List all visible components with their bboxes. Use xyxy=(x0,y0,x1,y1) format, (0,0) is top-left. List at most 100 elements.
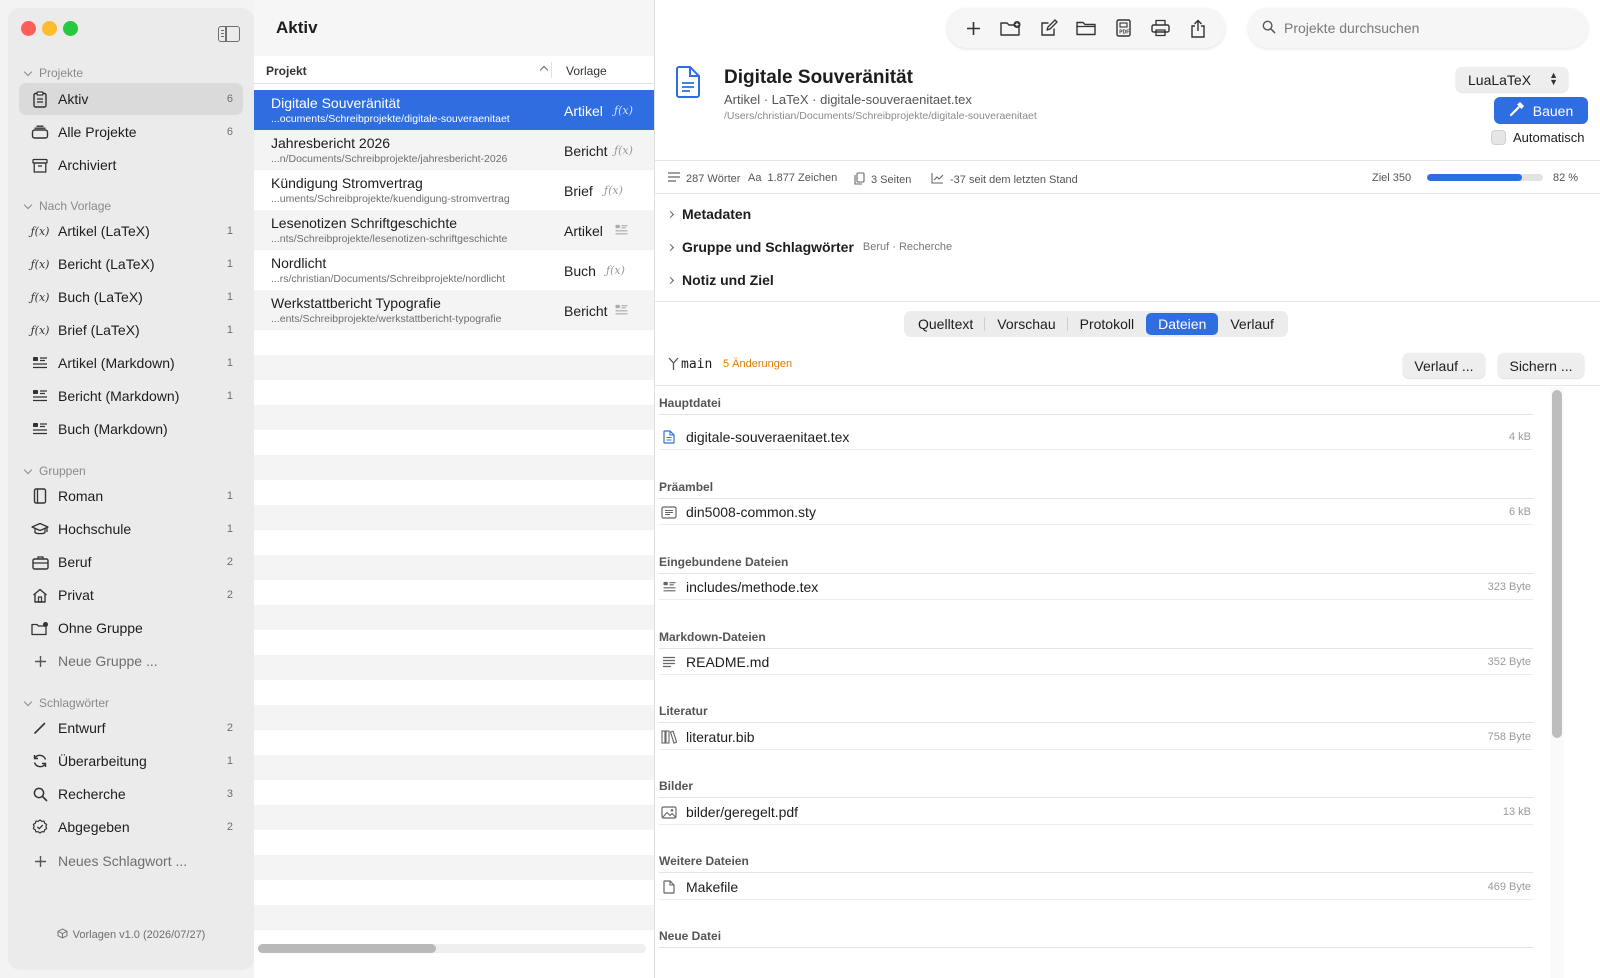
document-icon xyxy=(675,66,701,101)
close-window-button[interactable] xyxy=(21,21,36,36)
sidebar-item-artikel-latex[interactable]: ƒ(x) Artikel (LaTeX) 1 xyxy=(19,215,243,247)
search-input[interactable] xyxy=(1284,20,1564,36)
new-tag-label: Neues Schlagwort ... xyxy=(58,853,188,869)
new-group-button[interactable]: Neue Gruppe ... xyxy=(19,645,243,677)
plus-icon xyxy=(31,652,49,670)
auto-build-checkbox[interactable]: Automatisch xyxy=(1491,130,1585,145)
sidebar-item-artikel-markdown[interactable]: Artikel (Markdown) 1 xyxy=(19,347,243,379)
table-row[interactable]: Lesenotizen Schriftgeschichte ...nts/Sch… xyxy=(254,210,655,250)
project-path[interactable]: /Users/christian/Documents/Schreibprojek… xyxy=(724,110,1037,122)
share-icon[interactable] xyxy=(1185,15,1211,41)
file-row[interactable]: din5008-common.sty 6 kB xyxy=(659,500,1533,525)
new-tag-button[interactable]: Neues Schlagwort ... xyxy=(19,845,243,877)
section-vorlage[interactable]: Nach Vorlage xyxy=(22,196,111,216)
folder-badge-icon xyxy=(31,619,49,637)
sidebar-item-privat[interactable]: Privat 2 xyxy=(19,579,243,611)
group-tags-summary: Beruf · Recherche xyxy=(862,241,953,253)
sidebar-item-brief-latex[interactable]: ƒ(x) Brief (LaTeX) 1 xyxy=(19,314,243,346)
sidebar-item-count: 3 xyxy=(226,788,233,800)
sidebar-item-abgegeben[interactable]: Abgegeben 2 xyxy=(19,811,243,843)
disclosure-metadaten[interactable]: Metadaten xyxy=(666,206,751,222)
sidebar-item-archiviert[interactable]: Archiviert xyxy=(19,149,243,181)
sort-ascending-icon[interactable] xyxy=(539,65,549,75)
sidebar-item-hochschule[interactable]: Hochschule 1 xyxy=(19,513,243,545)
section-projekte[interactable]: Projekte xyxy=(22,63,83,83)
file-size: 469 Byte xyxy=(1487,881,1531,893)
zoom-window-button[interactable] xyxy=(63,21,78,36)
new-folder-icon[interactable] xyxy=(998,15,1024,41)
sidebar-item-entwurf[interactable]: Entwurf 2 xyxy=(19,712,243,744)
sidebar-item-bericht-markdown[interactable]: Bericht (Markdown) 1 xyxy=(19,380,243,412)
file-row[interactable]: README.md 352 Byte xyxy=(659,650,1533,675)
compose-icon[interactable] xyxy=(1036,15,1062,41)
file-row[interactable]: digitale-souveraenitaet.tex 4 kB xyxy=(659,425,1533,450)
sidebar-item-recherche[interactable]: Recherche 3 xyxy=(19,778,243,810)
project-name: Lesenotizen Schriftgeschichte xyxy=(271,215,457,231)
divider xyxy=(659,498,1533,499)
file-name: digitale-souveraenitaet.tex xyxy=(686,429,850,445)
table-row[interactable]: Kündigung Stromvertrag ...uments/Schreib… xyxy=(254,170,655,210)
table-row[interactable]: Digitale Souveränität ...ocuments/Schrei… xyxy=(254,90,655,130)
search-field[interactable] xyxy=(1248,8,1588,48)
project-name: Kündigung Stromvertrag xyxy=(271,175,423,191)
sidebar-item-count: 2 xyxy=(226,821,233,833)
tab-quelltext[interactable]: Quelltext xyxy=(906,313,986,335)
tab-vorschau[interactable]: Vorschau xyxy=(985,313,1069,335)
sidebar-item-alle-projekte[interactable]: Alle Projekte 6 xyxy=(19,116,243,148)
column-separator[interactable] xyxy=(551,62,552,78)
tab-protokoll[interactable]: Protokoll xyxy=(1068,313,1146,335)
column-template[interactable]: Vorlage xyxy=(566,64,607,78)
toolbar: PDF xyxy=(947,8,1225,48)
checkbox[interactable] xyxy=(1491,130,1506,145)
save-button[interactable]: Sichern ... xyxy=(1498,353,1584,378)
engine-select[interactable]: LuaLaTeX ▲ ▼ xyxy=(1456,67,1568,92)
file-row[interactable]: includes/methode.tex 323 Byte xyxy=(659,575,1533,600)
tab-verlauf[interactable]: Verlauf xyxy=(1218,313,1286,335)
project-template: Artikel xyxy=(564,103,603,119)
scrollbar-thumb[interactable] xyxy=(258,944,436,953)
project-name: Nordlicht xyxy=(271,255,327,271)
horizontal-scrollbar[interactable] xyxy=(258,944,646,953)
file-row[interactable]: literatur.bib 758 Byte xyxy=(659,725,1533,750)
table-row[interactable]: Jahresbericht 2026 ...n/Documents/Schrei… xyxy=(254,130,655,170)
disclosure-gruppe[interactable]: Gruppe und Schlagwörter Beruf · Recherche xyxy=(666,239,953,255)
folder-icon[interactable] xyxy=(1073,15,1099,41)
sidebar-item-label: Recherche xyxy=(58,786,126,802)
section-gruppen[interactable]: Gruppen xyxy=(22,461,86,481)
sidebar-item-roman[interactable]: Roman 1 xyxy=(19,480,243,512)
sidebar-item-label: Artikel (LaTeX) xyxy=(58,223,150,239)
tab-dateien[interactable]: Dateien xyxy=(1146,313,1219,335)
project-name: Jahresbericht 2026 xyxy=(271,135,391,151)
sidebar-item-beruf[interactable]: Beruf 2 xyxy=(19,546,243,578)
sidebar-item-buch-latex[interactable]: ƒ(x) Buch (LaTeX) 1 xyxy=(19,281,243,313)
print-icon[interactable] xyxy=(1148,15,1174,41)
minimize-window-button[interactable] xyxy=(42,21,57,36)
disclosure-notiz[interactable]: Notiz und Ziel xyxy=(666,272,774,288)
sidebar-toggle-icon[interactable] xyxy=(218,26,240,42)
history-button[interactable]: Verlauf ... xyxy=(1403,353,1485,378)
vertical-scrollbar-thumb[interactable] xyxy=(1552,390,1562,738)
table-row[interactable]: Nordlicht ...rs/christian/Documents/Schr… xyxy=(254,250,655,290)
sidebar-item-ohne-gruppe[interactable]: Ohne Gruppe xyxy=(19,612,243,644)
sidebar-item-count: 1 xyxy=(226,523,233,535)
section-label: Gruppen xyxy=(39,464,86,478)
sidebar-item-buch-markdown[interactable]: Buch (Markdown) xyxy=(19,413,243,445)
pdf-document-icon[interactable]: PDF xyxy=(1110,15,1136,41)
add-icon[interactable] xyxy=(961,15,987,41)
project-subtitle: Artikel · LaTeX · digitale-souveraenitae… xyxy=(724,92,972,107)
build-button[interactable]: Bauen xyxy=(1494,97,1588,124)
section-schlagwoerter[interactable]: Schlagwörter xyxy=(22,693,109,713)
file-row[interactable]: Makefile 469 Byte xyxy=(659,875,1533,900)
sidebar-item-ueberarbeitung[interactable]: Überarbeitung 1 xyxy=(19,745,243,777)
text-list-icon xyxy=(31,354,49,372)
cube-icon xyxy=(57,928,68,942)
sidebar-item-label: Beruf xyxy=(58,554,92,570)
sidebar-item-aktiv[interactable]: Aktiv 6 xyxy=(19,83,243,115)
sidebar-item-bericht-latex[interactable]: ƒ(x) Bericht (LaTeX) 1 xyxy=(19,248,243,280)
sidebar-item-count: 1 xyxy=(226,291,233,303)
function-icon: ƒ(x) xyxy=(604,184,623,197)
column-project[interactable]: Projekt xyxy=(266,64,307,78)
changes-count[interactable]: 5 Änderungen xyxy=(723,358,792,370)
table-row[interactable]: Werkstattbericht Typografie ...ents/Schr… xyxy=(254,290,655,330)
file-row[interactable]: bilder/geregelt.pdf 13 kB xyxy=(659,800,1533,825)
